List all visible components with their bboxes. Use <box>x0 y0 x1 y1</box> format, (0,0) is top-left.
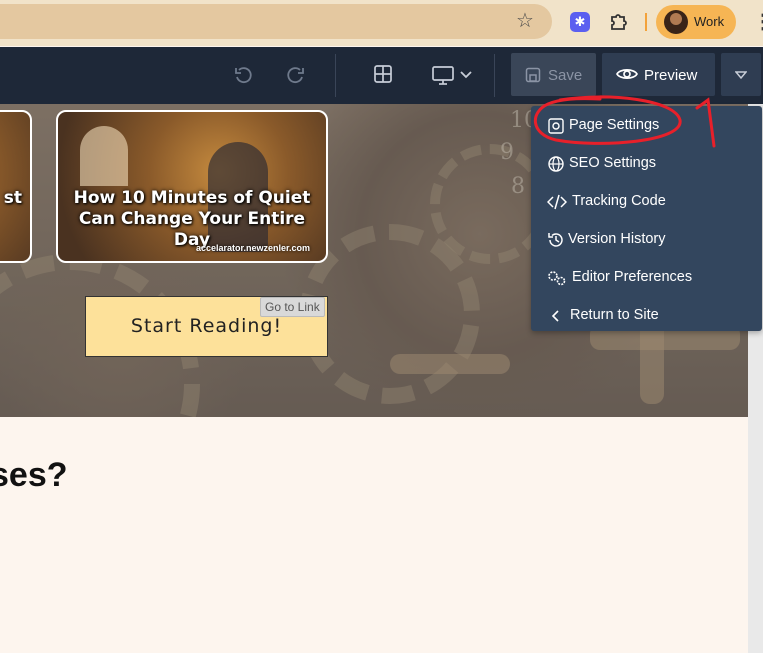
card-title: How 10 Minutes of Quiet Can Change Your … <box>58 188 326 251</box>
menu-item-page-settings[interactable]: Page Settings <box>531 106 762 144</box>
save-button[interactable]: Save <box>511 53 596 96</box>
toolbar-divider <box>494 54 495 97</box>
menu-item-return-to-site[interactable]: Return to Site <box>531 296 762 334</box>
gear-page-icon <box>548 118 564 134</box>
card-title-line: How 10 Minutes of Quiet <box>73 188 311 208</box>
menu-item-label: Tracking Code <box>572 193 666 209</box>
menu-item-seo-settings[interactable]: SEO Settings <box>531 144 762 182</box>
menu-item-version-history[interactable]: Version History <box>531 220 762 258</box>
save-label: Save <box>548 67 583 84</box>
history-icon <box>548 233 563 247</box>
gears-icon <box>548 271 566 286</box>
more-options-button[interactable] <box>721 53 761 96</box>
menu-item-label: Editor Preferences <box>572 269 693 285</box>
card-credit: accelarator.newzenler.com <box>195 243 310 253</box>
menu-item-editor-preferences[interactable]: Editor Preferences <box>531 258 762 296</box>
undo-icon[interactable] <box>233 65 253 85</box>
extension-icon[interactable]: ✱ <box>570 12 590 32</box>
card-window-illustration <box>80 126 128 186</box>
go-to-link-tooltip[interactable]: Go to Link <box>260 297 325 317</box>
avatar <box>664 10 688 34</box>
eye-icon <box>616 69 638 79</box>
menu-item-label: Version History <box>568 231 666 247</box>
star-icon[interactable]: ☆ <box>516 9 534 33</box>
globe-icon <box>548 156 564 172</box>
browser-toolbar: ☆ ✱ Work ⋮ <box>0 0 763 46</box>
save-icon <box>525 67 541 83</box>
caret-down-icon <box>735 71 747 80</box>
settings-dropdown-menu: Page Settings SEO Settings Tracking Code… <box>531 106 762 331</box>
menu-item-label: Page Settings <box>569 117 660 133</box>
article-card[interactable]: How 10 Minutes of Quiet Can Change Your … <box>56 110 328 263</box>
puzzle-icon[interactable] <box>608 10 630 32</box>
toolbar-divider <box>335 54 336 97</box>
code-icon <box>547 194 567 210</box>
card-title: st <box>3 188 22 208</box>
profile-label: Work <box>694 14 725 29</box>
toolbar-separator <box>645 13 647 31</box>
browser-menu-icon[interactable]: ⋮ <box>753 10 763 34</box>
section-heading: ses? <box>0 456 68 494</box>
editor-toolbar: Save Preview <box>0 47 763 104</box>
preview-label: Preview <box>644 67 698 84</box>
article-card[interactable]: st <box>0 110 32 263</box>
address-bar[interactable] <box>0 4 552 39</box>
desktop-view-icon[interactable] <box>432 66 476 86</box>
layout-grid-icon[interactable] <box>373 64 393 84</box>
redo-icon[interactable] <box>286 65 306 85</box>
profile-button[interactable]: Work <box>656 5 736 39</box>
chevron-left-icon <box>551 310 559 322</box>
menu-item-label: SEO Settings <box>569 155 657 171</box>
preview-button[interactable]: Preview <box>602 53 715 96</box>
menu-item-label: Return to Site <box>570 307 659 323</box>
menu-item-tracking-code[interactable]: Tracking Code <box>531 182 762 220</box>
